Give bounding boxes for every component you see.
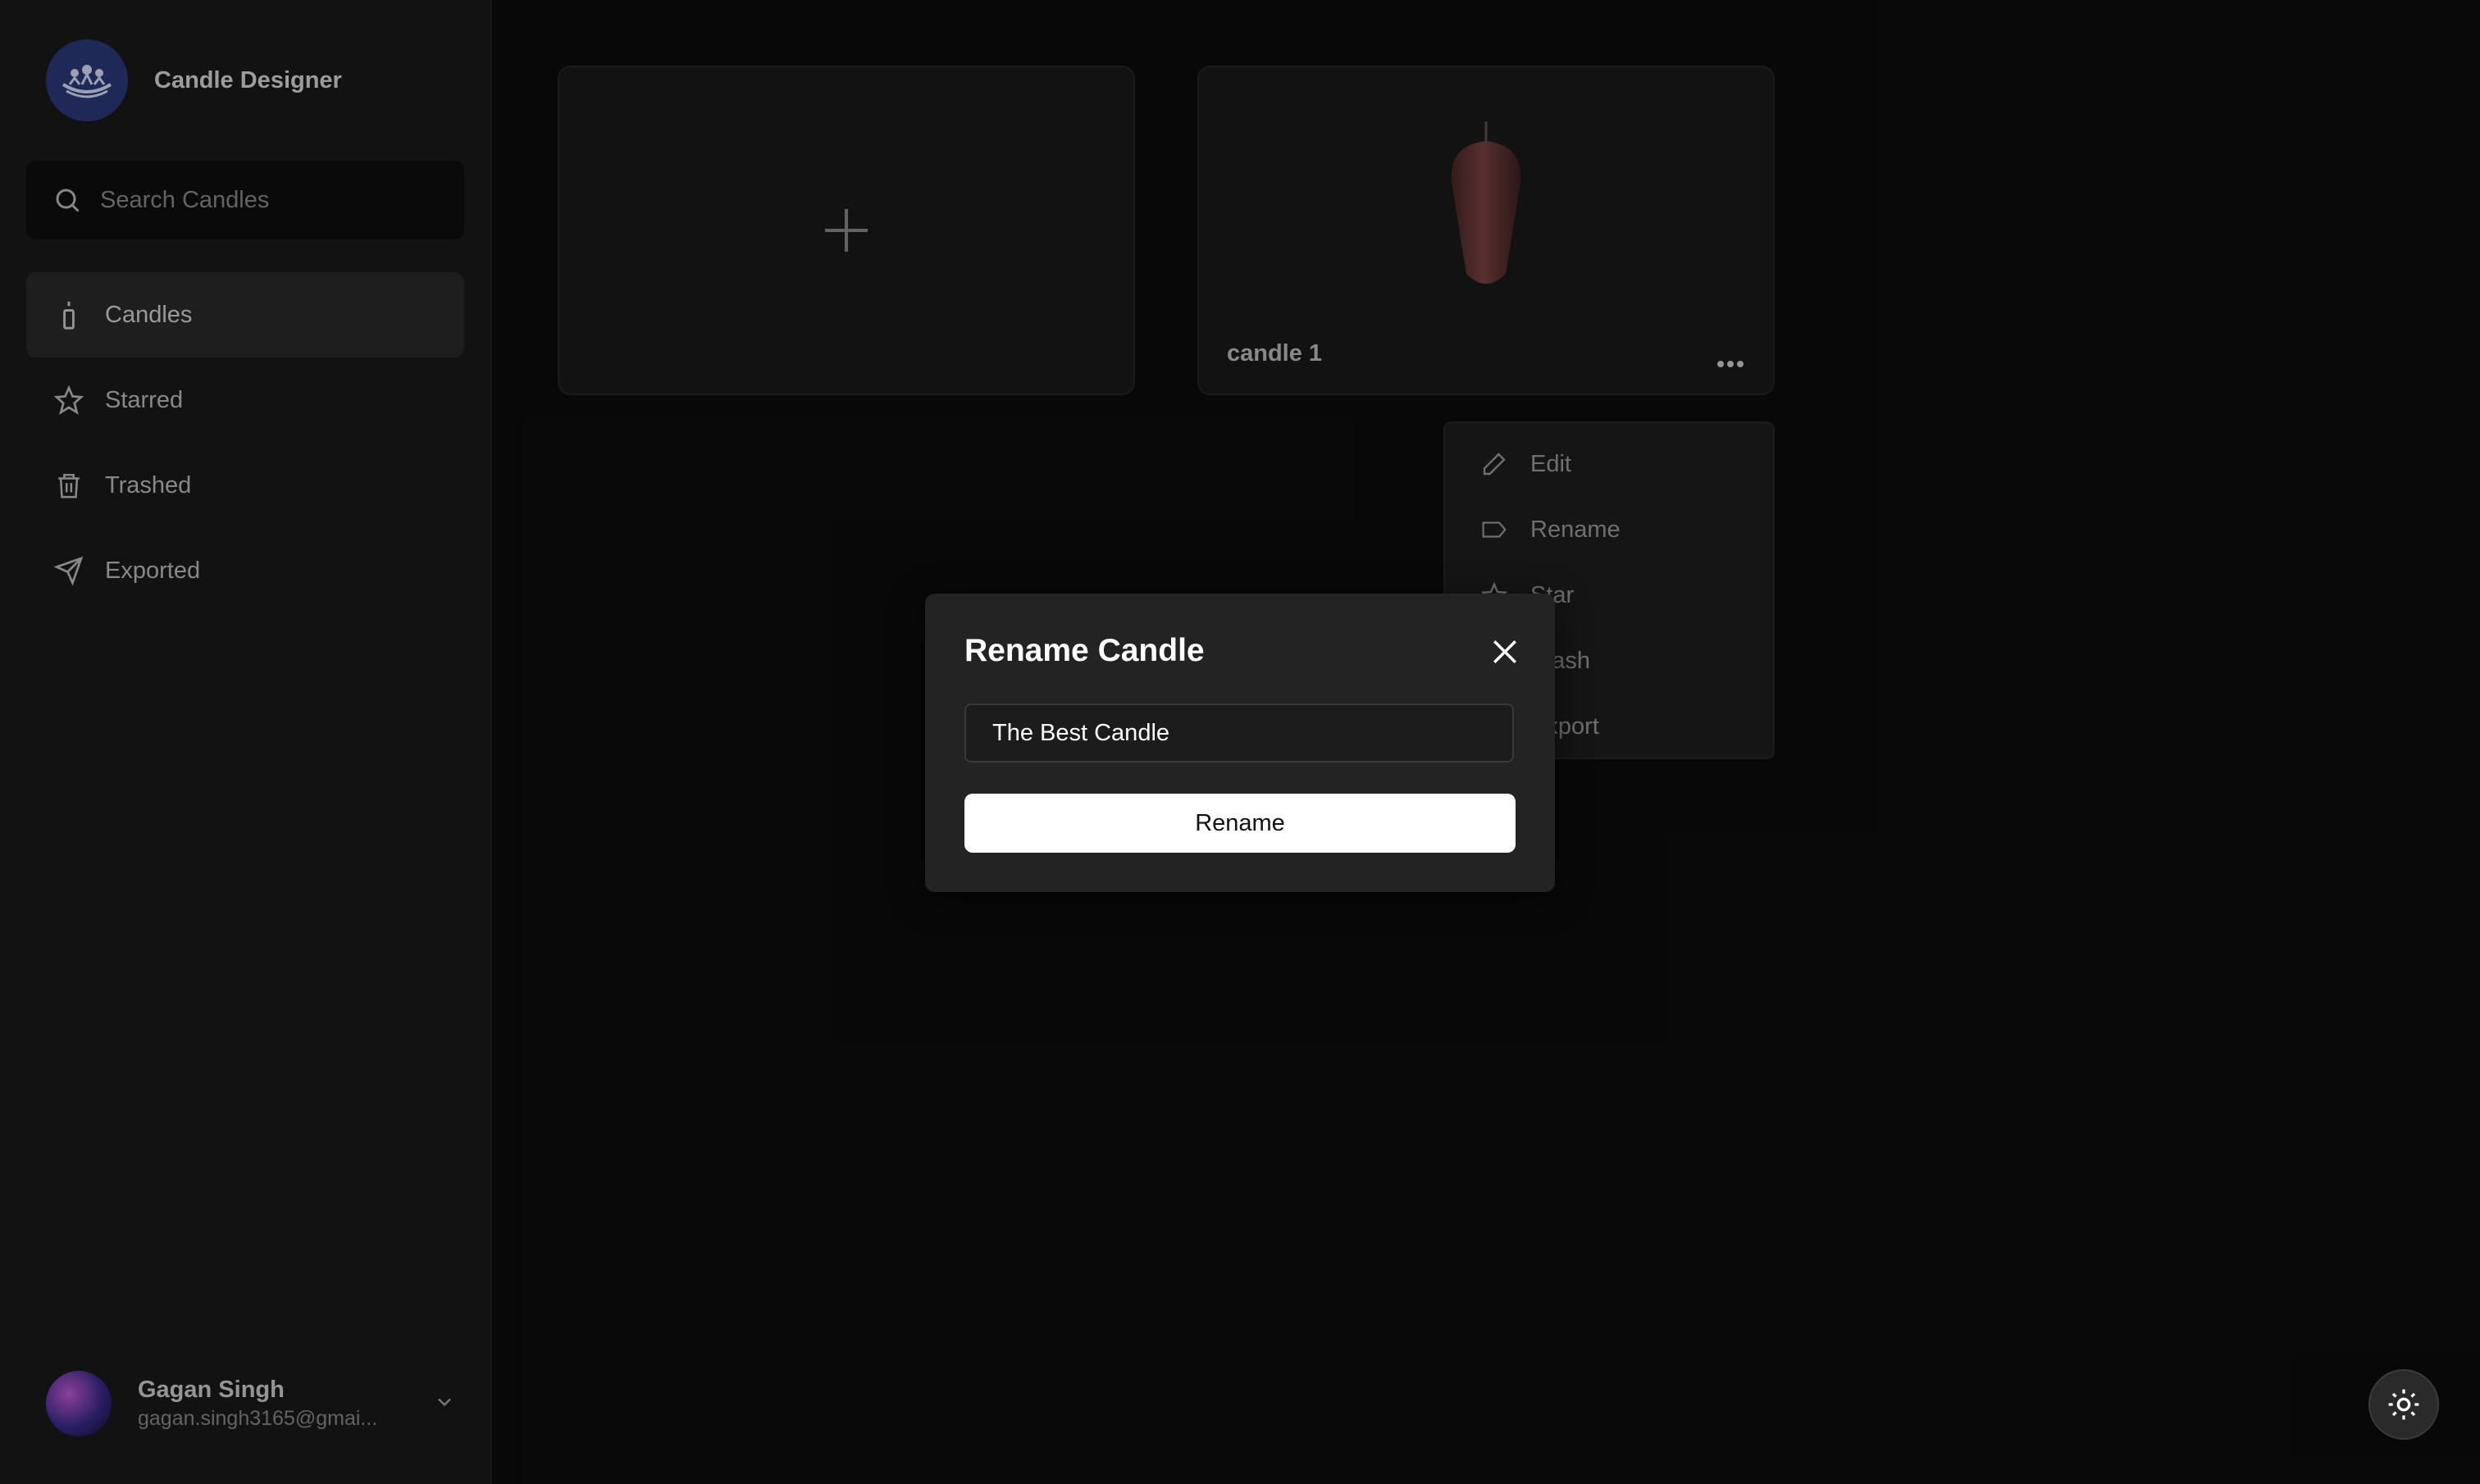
dialog-title: Rename Candle [964,633,1205,668]
rename-dialog: Rename Candle Rename [925,594,1555,892]
close-icon[interactable] [1491,638,1519,666]
rename-button[interactable]: Rename [964,794,1516,853]
sun-icon [2388,1389,2419,1420]
candle-name-input[interactable] [964,703,1514,762]
theme-toggle-button[interactable] [2368,1369,2439,1440]
